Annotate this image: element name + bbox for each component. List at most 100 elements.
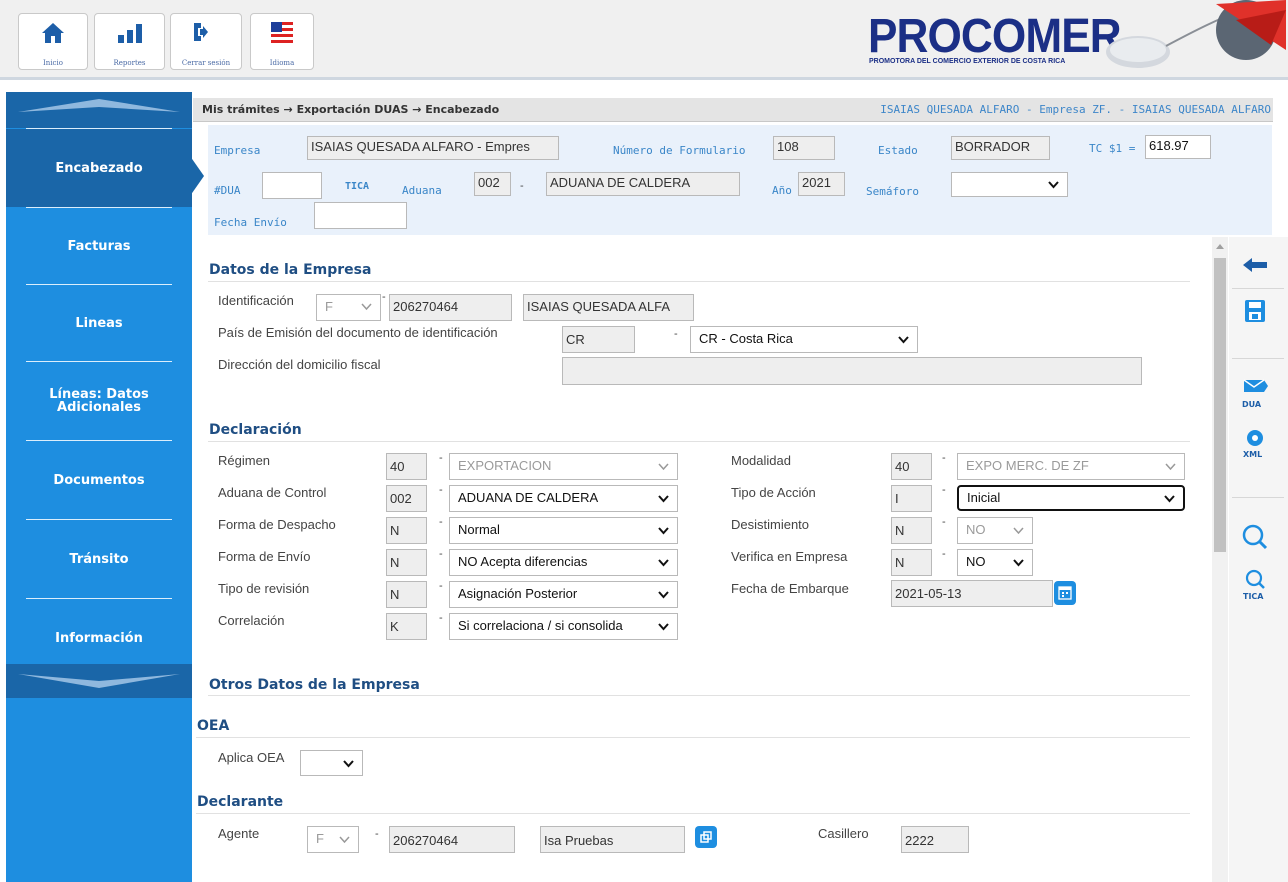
aduana-name-field: ADUANA DE CALDERA bbox=[546, 172, 740, 196]
us-flag-icon bbox=[271, 22, 293, 44]
tc-field[interactable]: 618.97 bbox=[1145, 135, 1211, 159]
correlacion-select-value: Si correlaciona / si consolida bbox=[458, 618, 623, 633]
anio-label: Año bbox=[772, 184, 792, 197]
identificacion-number-field: 206270464 bbox=[389, 294, 512, 321]
aduana-de-control-code-field: 002 bbox=[386, 485, 427, 512]
regimen-select: EXPORTACION bbox=[449, 453, 678, 480]
semaforo-select[interactable] bbox=[951, 172, 1068, 197]
back-button[interactable] bbox=[1236, 248, 1274, 282]
tipo-de-revision-select[interactable]: Asignación Posterior bbox=[449, 581, 678, 608]
nav-collapse-up[interactable] bbox=[6, 92, 192, 128]
chevron-down-icon bbox=[1013, 527, 1024, 535]
verifica-empresa-label: Verifica en Empresa bbox=[731, 549, 848, 564]
casillero-label: Casillero bbox=[818, 826, 869, 841]
search-button[interactable] bbox=[1236, 520, 1274, 554]
nav-collapse-down[interactable] bbox=[6, 664, 192, 698]
identificacion-type-value: F bbox=[325, 299, 333, 314]
reportes-button[interactable]: Reportes bbox=[94, 13, 165, 70]
idioma-label: Idioma bbox=[269, 59, 295, 67]
tipo-accion-select[interactable]: Inicial bbox=[957, 485, 1185, 511]
aplica-oea-select[interactable] bbox=[300, 750, 363, 776]
forma-de-envio-code-field: N bbox=[386, 549, 427, 576]
modalidad-label: Modalidad bbox=[731, 453, 791, 468]
agente-search-button[interactable] bbox=[695, 826, 717, 848]
agente-name-field: Isa Pruebas bbox=[540, 826, 685, 853]
chevron-down-icon bbox=[658, 463, 669, 471]
nav-facturas-label: Facturas bbox=[67, 238, 131, 254]
pais-select[interactable]: CR - Costa Rica bbox=[690, 326, 918, 353]
agente-type-value: F bbox=[316, 831, 324, 846]
nav-facturas[interactable]: Facturas bbox=[6, 208, 192, 284]
calendar-icon bbox=[1058, 586, 1072, 600]
tipo-de-revision-label: Tipo de revisión bbox=[218, 581, 310, 596]
nav-documentos[interactable]: Documentos bbox=[6, 441, 192, 519]
tica-action-label: TICA bbox=[1243, 592, 1264, 601]
desistimiento-code-field: N bbox=[891, 517, 932, 544]
pais-select-value: CR - Costa Rica bbox=[699, 331, 793, 346]
otros-datos-title: Otros Datos de la Empresa bbox=[209, 677, 420, 693]
desistimiento-label: Desistimiento bbox=[731, 517, 810, 532]
content-scrollbar[interactable] bbox=[1212, 237, 1228, 882]
save-button[interactable] bbox=[1236, 295, 1274, 329]
left-navigation: Encabezado Facturas Lineas Líneas: Datos… bbox=[6, 92, 192, 882]
forma-de-despacho-select[interactable]: Normal bbox=[449, 517, 678, 544]
scrollbar-thumb[interactable] bbox=[1214, 258, 1226, 552]
chevron-up-icon bbox=[18, 99, 180, 112]
nav-informacion-label: Información bbox=[55, 630, 143, 646]
verifica-empresa-select-value: NO bbox=[966, 554, 986, 569]
verifica-empresa-select[interactable]: NO bbox=[957, 549, 1033, 576]
search-tica-button[interactable]: TICA bbox=[1236, 568, 1274, 602]
action-sidebar bbox=[1229, 237, 1288, 882]
forma-de-despacho-code-field: N bbox=[386, 517, 427, 544]
bar-chart-icon bbox=[117, 24, 142, 43]
correlacion-label: Correlación bbox=[218, 613, 285, 628]
nav-encabezado[interactable]: Encabezado bbox=[6, 129, 192, 207]
aduana-label: Aduana bbox=[402, 184, 442, 197]
nav-lineas-datos-adicionales[interactable]: Líneas: Datos Adicionales bbox=[6, 362, 192, 440]
dua-field[interactable] bbox=[262, 172, 322, 199]
forma-de-despacho-label: Forma de Despacho bbox=[218, 517, 336, 532]
modalidad-select-value: EXPO MERC. DE ZF bbox=[966, 458, 1089, 473]
modalidad-select: EXPO MERC. DE ZF bbox=[957, 453, 1185, 480]
active-pointer-icon bbox=[190, 156, 204, 196]
chevron-down-icon bbox=[898, 336, 909, 344]
view-xml-button[interactable]: XML bbox=[1236, 428, 1274, 462]
scroll-up-icon bbox=[1216, 244, 1224, 249]
correlacion-select[interactable]: Si correlaciona / si consolida bbox=[449, 613, 678, 640]
aplica-oea-label: Aplica OEA bbox=[218, 750, 285, 765]
aduana-code-field: 002 bbox=[474, 172, 511, 196]
cerrar-sesion-button[interactable]: Cerrar sesión bbox=[170, 13, 242, 70]
idioma-button[interactable]: Idioma bbox=[250, 13, 314, 70]
pais-code-field: CR bbox=[562, 326, 635, 353]
tipo-de-revision-code-field: N bbox=[386, 581, 427, 608]
estado-label: Estado bbox=[878, 144, 918, 157]
send-dua-button[interactable]: DUA bbox=[1236, 378, 1274, 412]
arrow-left-icon bbox=[1243, 258, 1267, 272]
fecha-envio-field[interactable] bbox=[314, 202, 407, 229]
inicio-button[interactable]: Inicio bbox=[18, 13, 88, 70]
tica-label: TICA bbox=[345, 181, 370, 192]
fecha-envio-label: Fecha Envío bbox=[214, 216, 287, 229]
aduana-de-control-select[interactable]: ADUANA DE CALDERA bbox=[449, 485, 678, 512]
forma-de-despacho-select-value: Normal bbox=[458, 522, 500, 537]
casillero-field: 2222 bbox=[901, 826, 969, 853]
chevron-down-icon bbox=[1013, 559, 1024, 567]
calendar-button[interactable] bbox=[1054, 581, 1076, 605]
breadcrumb-user: ISAIAS QUESADA ALFARO - Empresa ZF. - IS… bbox=[880, 103, 1271, 116]
forma-de-envio-select[interactable]: NO Acepta diferencias bbox=[449, 549, 678, 576]
desistimiento-select-value: NO bbox=[966, 522, 986, 537]
agente-type-select: F bbox=[307, 826, 359, 853]
cerrar-sesion-label: Cerrar sesión bbox=[181, 59, 231, 67]
estado-field: BORRADOR bbox=[951, 136, 1050, 160]
aduana-de-control-select-value: ADUANA DE CALDERA bbox=[458, 490, 599, 505]
forma-de-envio-label: Forma de Envío bbox=[218, 549, 311, 564]
envelope-icon bbox=[1243, 379, 1268, 392]
nav-transito[interactable]: Tránsito bbox=[6, 520, 192, 598]
tipo-de-revision-select-value: Asignación Posterior bbox=[458, 586, 578, 601]
direccion-fiscal-field bbox=[562, 357, 1142, 385]
oea-title: OEA bbox=[197, 718, 230, 734]
chevron-down-icon bbox=[658, 495, 669, 503]
nav-lineas[interactable]: Lineas bbox=[6, 285, 192, 361]
dua-label: #DUA bbox=[214, 184, 241, 197]
regimen-label: Régimen bbox=[218, 453, 271, 468]
